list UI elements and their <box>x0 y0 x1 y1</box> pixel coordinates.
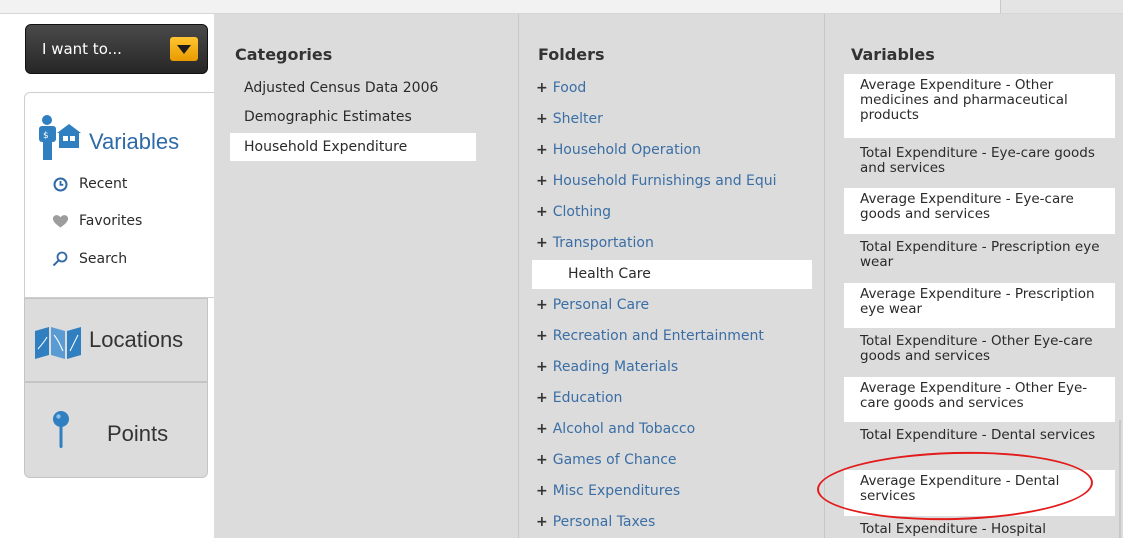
folder-item-label: Alcohol and Tobacco <box>552 421 696 437</box>
variable-item[interactable]: Average Expenditure - Prescription eye w… <box>844 283 1115 328</box>
variables-scrollbar[interactable] <box>1119 420 1121 538</box>
nav-variables-title: Variables <box>89 129 180 154</box>
folder-item[interactable]: + Recreation and Entertainment <box>532 324 812 348</box>
expand-plus-icon[interactable]: + <box>536 359 548 375</box>
nav-tab-locations[interactable]: Locations <box>24 298 208 382</box>
expand-plus-icon[interactable]: + <box>536 483 548 499</box>
column-divider <box>824 14 825 538</box>
svg-text:$: $ <box>43 131 49 141</box>
expand-plus-icon[interactable]: + <box>536 204 548 220</box>
expand-plus-icon[interactable]: + <box>536 297 548 313</box>
folder-item-label: Transportation <box>552 235 654 251</box>
nav-item-recent[interactable]: Recent <box>51 175 127 193</box>
expand-plus-icon[interactable]: + <box>536 328 548 344</box>
folder-item[interactable]: + Transportation <box>532 231 812 255</box>
nav-item-favorites[interactable]: Favorites <box>51 212 142 230</box>
folder-item[interactable]: + Alcohol and Tobacco <box>532 417 812 441</box>
folder-item-label: Recreation and Entertainment <box>552 328 764 344</box>
folder-item-label: Food <box>552 80 587 96</box>
variables-person-icon: $ <box>39 115 81 160</box>
clock-icon <box>51 175 69 193</box>
expand-plus-icon[interactable]: + <box>536 452 548 468</box>
folder-item[interactable]: + Education <box>532 386 812 410</box>
categories-heading: Categories <box>235 45 333 64</box>
nav-item-search[interactable]: Search <box>51 250 127 268</box>
expand-plus-icon[interactable]: + <box>536 514 548 530</box>
folder-item-label: Health Care <box>568 266 651 282</box>
nav-item-favorites-label: Favorites <box>79 213 143 229</box>
category-item[interactable]: Household Expenditure <box>230 133 476 161</box>
i-want-to-dropdown[interactable]: I want to... <box>25 24 208 74</box>
folder-item[interactable]: + Clothing <box>532 200 812 224</box>
folder-item[interactable]: + Personal Taxes <box>532 510 812 534</box>
variable-item[interactable]: Total Expenditure - Other Eye-care goods… <box>844 330 1115 375</box>
variable-item[interactable]: Total Expenditure - Prescription eye wea… <box>844 236 1115 281</box>
folder-item-label: Misc Expenditures <box>552 483 681 499</box>
variables-heading: Variables <box>851 45 935 64</box>
nav-points-title: Points <box>107 421 169 446</box>
nav-tab-points[interactable]: Points <box>24 382 208 478</box>
variable-item[interactable]: Total Expenditure - Hospital <box>844 518 1115 558</box>
folder-item-label: Clothing <box>552 204 611 220</box>
expand-plus-icon[interactable]: + <box>536 421 548 437</box>
expand-plus-icon[interactable]: + <box>536 173 548 189</box>
folder-item[interactable]: + Household Operation <box>532 138 812 162</box>
folder-item-label: Shelter <box>552 111 603 127</box>
category-item[interactable]: Demographic Estimates <box>230 103 476 131</box>
folder-item[interactable]: + Games of Chance <box>532 448 812 472</box>
variable-item[interactable]: Average Expenditure - Other medicines an… <box>844 74 1115 138</box>
left-nav: $ Variables Recent Favorites Search Loca… <box>24 92 214 478</box>
folder-item[interactable]: + Food <box>532 76 812 100</box>
folder-item[interactable]: + Shelter <box>532 107 812 131</box>
folder-item[interactable]: + Household Furnishings and Equi <box>532 169 812 193</box>
i-want-to-label: I want to... <box>42 40 122 58</box>
folder-item[interactable]: + Misc Expenditures <box>532 479 812 503</box>
expand-plus-icon[interactable]: + <box>536 142 548 158</box>
expand-plus-icon[interactable]: + <box>536 111 548 127</box>
dropdown-arrow-icon[interactable] <box>170 37 198 61</box>
folder-item-label: Games of Chance <box>552 452 677 468</box>
expand-plus-icon[interactable]: + <box>536 390 548 406</box>
folder-item[interactable]: Health Care <box>532 260 812 289</box>
top-bar-tab[interactable] <box>1000 0 1123 13</box>
folder-item[interactable]: + Personal Care <box>532 293 812 317</box>
column-divider <box>518 14 519 538</box>
nav-tab-variables[interactable]: $ Variables Recent Favorites Search <box>24 92 214 298</box>
nav-item-search-label: Search <box>79 251 128 267</box>
nav-locations-title: Locations <box>89 327 184 352</box>
folder-item-label: Education <box>552 390 623 406</box>
nav-item-recent-label: Recent <box>79 176 128 192</box>
variable-item[interactable]: Average Expenditure - Eye-care goods and… <box>844 188 1115 234</box>
folder-item-label: Reading Materials <box>552 359 679 375</box>
folders-heading: Folders <box>538 45 605 64</box>
variable-item[interactable]: Total Expenditure - Eye-care goods and s… <box>844 142 1115 186</box>
search-icon <box>51 250 69 268</box>
folder-item-label: Household Operation <box>552 142 701 158</box>
expand-plus-icon[interactable]: + <box>536 80 548 96</box>
top-bar <box>0 0 1123 14</box>
folder-item-label: Personal Care <box>552 297 650 313</box>
map-pin-icon <box>53 411 69 448</box>
category-item[interactable]: Adjusted Census Data 2006 <box>230 74 476 102</box>
variable-item[interactable]: Average Expenditure - Other Eye-care goo… <box>844 377 1115 422</box>
folder-item-label: Household Furnishings and Equi <box>552 173 777 189</box>
map-icon <box>35 327 81 359</box>
heart-icon <box>51 212 69 230</box>
folder-item-label: Personal Taxes <box>552 514 656 530</box>
expand-plus-icon[interactable]: + <box>536 235 548 251</box>
folder-item[interactable]: + Reading Materials <box>532 355 812 379</box>
